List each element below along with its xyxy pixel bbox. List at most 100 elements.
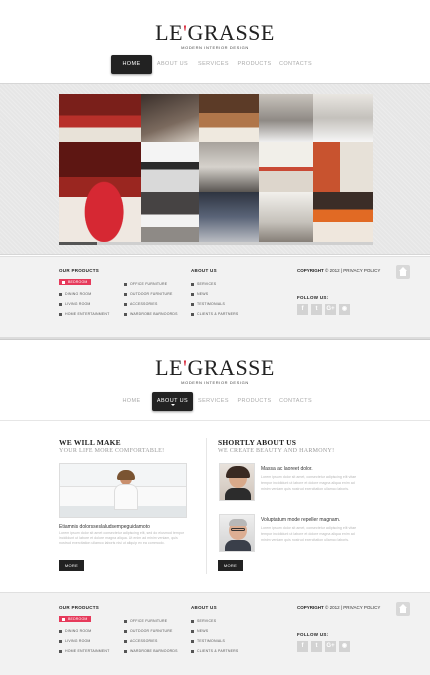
social-links-2: f t G+ ◉ — [297, 641, 350, 652]
nav-about-us-2[interactable]: ABOUT US — [152, 392, 193, 411]
item-2-body-1: Lorem ipsum dolor sit amet, consectetur … — [261, 526, 357, 530]
footer-link-dining-room[interactable]: DINING ROOM — [59, 292, 91, 296]
footer-link-news-2[interactable]: NEWS — [191, 629, 208, 633]
home-icon-2[interactable] — [396, 602, 410, 616]
footer-link-services-2[interactable]: SERVICES — [191, 619, 216, 623]
photo-bright-living — [259, 142, 313, 192]
item-1-heading[interactable]: Massa ac laoreet dolor. — [261, 466, 313, 472]
footer-link-accessories[interactable]: ACCESSORIES — [124, 302, 158, 306]
main-nav: HOME ABOUT US SERVICES PRODUCTS CONTACTS — [111, 55, 316, 74]
left-title: WE WILL MAKE — [59, 438, 121, 447]
facebook-icon[interactable]: f — [297, 304, 308, 315]
screen-divider — [0, 337, 430, 340]
slider-progress[interactable] — [59, 242, 373, 245]
woman-on-sofa-photo — [59, 463, 187, 518]
photo-grey-lounge — [199, 142, 259, 192]
photo-white-sofa — [141, 192, 199, 242]
item-1-body-1: Lorem ipsum dolor sit amet, consectetur … — [261, 475, 357, 479]
nav-services[interactable]: SERVICES — [193, 55, 234, 74]
footer-link-wardrobe-2[interactable]: WARDROBE BARNOORDS — [124, 649, 178, 653]
twitter-icon[interactable]: t — [311, 641, 322, 652]
footer-link-dining-room-2[interactable]: DINING ROOM — [59, 629, 91, 633]
home-icon[interactable] — [396, 265, 410, 279]
photo-orange-wall — [313, 142, 373, 192]
left-body-3: nostrud exercitation ullamco laboris nis… — [59, 541, 165, 545]
item-2-heading[interactable]: Voluptatum mode repeller magnam. — [261, 517, 340, 523]
photo-orange-room — [313, 192, 373, 242]
follow-us-label-2: FOLLOW US: — [297, 632, 329, 637]
footer-link-office-furniture[interactable]: OFFICE FURNITURE — [124, 282, 167, 286]
footer-link-bedroom[interactable]: BEDROOM — [59, 279, 91, 285]
footer-link-testimonials-2[interactable]: TESTIMONIALS — [191, 639, 225, 643]
footer-link-clients-2[interactable]: CLIENTS & PARTNERS — [191, 649, 238, 653]
nav-about-us[interactable]: ABOUT US — [152, 55, 193, 74]
rss-icon[interactable]: ◉ — [339, 304, 350, 315]
nav-contacts-2[interactable]: CONTACTS — [275, 392, 316, 411]
facebook-icon[interactable]: f — [297, 641, 308, 652]
twitter-icon[interactable]: t — [311, 304, 322, 315]
man-portrait-photo — [219, 514, 255, 552]
right-subtitle: WE CREATE BEAUTY AND HARMONY! — [218, 448, 335, 454]
nav-home[interactable]: HOME — [111, 55, 152, 74]
copyright-2: COPYRIGHT © 2012 | PRIVACY POLICY — [297, 605, 381, 610]
more-button-right[interactable]: MORE — [218, 560, 243, 571]
footer-link-office-furniture-2[interactable]: OFFICE FURNITURE — [124, 619, 167, 623]
footer-link-living-room[interactable]: LIVING ROOM — [59, 302, 91, 306]
nav-products[interactable]: PRODUCTS — [234, 55, 275, 74]
right-title: SHORTLY ABOUT US — [218, 438, 297, 447]
left-article-link[interactable]: Etiamnis dolorsseslaludsempeguidamoto — [59, 524, 150, 530]
logo-wordmark-2: LE'GRASSE — [155, 355, 275, 380]
photo-tv-room — [141, 142, 199, 192]
interior-photo-mosaic[interactable] — [59, 94, 373, 242]
social-links: f t G+ ◉ — [297, 304, 350, 315]
footer-products-heading: OUR PRODUCTS — [59, 268, 100, 273]
footer-link-living-room-2[interactable]: LIVING ROOM — [59, 639, 91, 643]
logo-tagline: MODERN INTERIOR DESIGN — [181, 45, 249, 50]
photo-white-kitchen — [313, 94, 373, 142]
logo[interactable]: LE'GRASSE MODERN INTERIOR DESIGN — [0, 22, 430, 51]
item-1-body-3: minim veniam quis nostrud exercitation u… — [261, 487, 350, 491]
nav-home-2[interactable]: HOME — [111, 392, 152, 411]
footer-2: OUR PRODUCTS BEDROOM DINING ROOM LIVING … — [0, 592, 430, 675]
footer-about-heading: ABOUT US — [191, 268, 217, 273]
footer-link-accessories-2[interactable]: ACCESSORIES — [124, 639, 158, 643]
photo-modern-lounge — [199, 192, 259, 242]
footer-about-heading-2: ABOUT US — [191, 605, 217, 610]
item-1-body-2: tempor incididunt ut labore et dolore ma… — [261, 481, 355, 485]
left-subtitle: YOUR LIFE MORE COMFORTABLE! — [59, 448, 165, 454]
footer-link-clients[interactable]: CLIENTS & PARTNERS — [191, 312, 238, 316]
footer-link-news[interactable]: NEWS — [191, 292, 208, 296]
main-nav-2: HOME ABOUT US SERVICES PRODUCTS CONTACTS — [111, 392, 316, 411]
footer-link-testimonials[interactable]: TESTIMONIALS — [191, 302, 225, 306]
item-2-body-2: tempor incididunt ut labore et dolore ma… — [261, 532, 355, 536]
logo-2[interactable]: LE'GRASSE MODERN INTERIOR DESIGN — [0, 355, 430, 386]
photo-dining — [199, 94, 259, 142]
follow-us-label: FOLLOW US: — [297, 295, 329, 300]
rss-icon[interactable]: ◉ — [339, 641, 350, 652]
photo-kitchen — [259, 94, 313, 142]
woman-portrait-photo — [219, 463, 255, 501]
footer-link-wardrobe[interactable]: WARDROBE BARNOORDS — [124, 312, 178, 316]
nav-contacts[interactable]: CONTACTS — [275, 55, 316, 74]
footer: OUR PRODUCTS BEDROOM DINING ROOM LIVING … — [0, 256, 430, 337]
copyright: COPYRIGHT © 2012 | PRIVACY POLICY — [297, 268, 381, 273]
logo-tagline-2: MODERN INTERIOR DESIGN — [181, 380, 249, 385]
nav-products-2[interactable]: PRODUCTS — [234, 392, 275, 411]
nav-services-2[interactable]: SERVICES — [193, 392, 234, 411]
footer-link-home-entertainment-2[interactable]: HOME ENTERTAINMENT — [59, 649, 110, 653]
photo-loft — [259, 192, 313, 242]
photo-red-living-room — [59, 94, 141, 142]
more-button-left[interactable]: MORE — [59, 560, 84, 571]
google-plus-icon[interactable]: G+ — [325, 641, 336, 652]
footer-link-outdoor-furniture-2[interactable]: OUTDOOR FURNITURE — [124, 629, 172, 633]
photo-red-bedroom — [59, 142, 141, 242]
photo-dark-room — [141, 94, 199, 142]
footer-link-outdoor-furniture[interactable]: OUTDOOR FURNITURE — [124, 292, 172, 296]
column-separator — [206, 438, 207, 574]
item-2-body-3: minim veniam quis nostrud exercitation u… — [261, 538, 350, 542]
footer-link-services[interactable]: SERVICES — [191, 282, 216, 286]
google-plus-icon[interactable]: G+ — [325, 304, 336, 315]
slider-progress-fill — [59, 242, 97, 245]
footer-link-home-entertainment[interactable]: HOME ENTERTAINMENT — [59, 312, 110, 316]
footer-link-bedroom-2[interactable]: BEDROOM — [59, 616, 91, 622]
